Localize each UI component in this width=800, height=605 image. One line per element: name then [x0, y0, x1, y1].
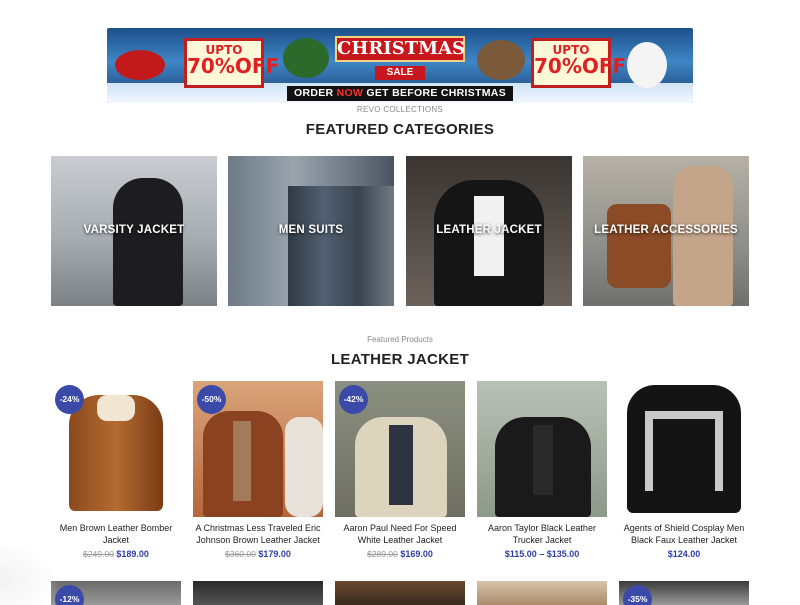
product-card-row2[interactable]: [335, 581, 465, 605]
product-price: $360.00 $179.00: [193, 549, 323, 559]
product-card[interactable]: Aaron Taylor Black Leather Trucker Jacke…: [477, 381, 607, 559]
old-price: $289.00: [367, 549, 398, 559]
promo-badge-left: UPTO 70%OFF: [184, 38, 280, 88]
discount-badge: -35%: [623, 585, 652, 605]
old-price: $360.00: [225, 549, 256, 559]
sale-price: $179.00: [258, 549, 291, 559]
second-model-graphic: [285, 417, 323, 517]
banner-title: CHRISTMAS: [335, 36, 465, 62]
product-card-row2[interactable]: -35%: [619, 581, 749, 605]
product-card-row2[interactable]: -12%: [51, 581, 181, 605]
category-leather-jacket[interactable]: LEATHER JACKET: [406, 156, 572, 306]
sleigh-graphic: [283, 38, 329, 78]
category-label: LEATHER JACKET: [436, 224, 542, 236]
discount-badge: -42%: [339, 385, 368, 414]
product-card[interactable]: -24% Men Brown Leather Bomber Jacket $24…: [51, 381, 181, 559]
product-name[interactable]: Agents of Shield Cosplay Men Black Faux …: [619, 523, 749, 546]
category-label: LEATHER ACCESSORIES: [594, 224, 738, 236]
product-card[interactable]: -50% A Christmas Less Traveled Eric John…: [193, 381, 323, 559]
product-card-row2[interactable]: [193, 581, 323, 605]
product-price: $115.00 – $135.00: [477, 549, 607, 559]
category-varsity-jacket[interactable]: VARSITY JACKET: [51, 156, 217, 306]
product-price: $249.00 $189.00: [51, 549, 181, 559]
featured-categories-heading: FEATURED CATEGORIES: [305, 121, 495, 138]
discount-badge: -24%: [55, 385, 84, 414]
product-card-row2[interactable]: [477, 581, 607, 605]
backpack-graphic: [607, 204, 671, 288]
product-image[interactable]: -50%: [193, 381, 323, 517]
snowman-graphic: [627, 42, 667, 88]
category-label: VARSITY JACKET: [83, 224, 185, 236]
cta-now: NOW: [336, 87, 364, 99]
leather-jacket-heading: LEATHER JACKET: [330, 351, 470, 368]
product-image[interactable]: [619, 381, 749, 517]
reindeer-graphic: [477, 40, 525, 80]
promo-percent: 70%OFF: [187, 54, 280, 78]
scarf-graphic: [233, 421, 251, 501]
product-image[interactable]: [477, 381, 607, 517]
product-image[interactable]: -42%: [335, 381, 465, 517]
stripe-top-graphic: [645, 411, 723, 419]
category-leather-accessories[interactable]: LEATHER ACCESSORIES: [583, 156, 749, 306]
stripe-right-graphic: [715, 411, 723, 491]
model-figure: [113, 178, 183, 306]
shirt-graphic: [533, 425, 553, 495]
christmas-sale-banner[interactable]: UPTO 70%OFF CHRISTMAS SALE ORDER NOW GET…: [107, 28, 693, 103]
old-price: $249.00: [83, 549, 114, 559]
tshirt-graphic: [474, 196, 504, 276]
discount-badge: -50%: [197, 385, 226, 414]
product-name[interactable]: Aaron Taylor Black Leather Trucker Jacke…: [477, 523, 607, 546]
sale-price: $189.00: [116, 549, 149, 559]
jetski-graphic: [115, 50, 165, 80]
product-name[interactable]: Aaron Paul Need For Speed White Leather …: [335, 523, 465, 546]
cta-after: GET BEFORE CHRISTMAS: [363, 87, 506, 99]
product-name[interactable]: A Christmas Less Traveled Eric Johnson B…: [193, 523, 323, 546]
category-men-suits[interactable]: MEN SUITS: [228, 156, 394, 306]
stripe-left-graphic: [645, 411, 653, 491]
promo-badge-right: UPTO 70%OFF: [531, 38, 627, 88]
brand-name: REVO COLLECTIONS: [356, 105, 444, 114]
cta-before: ORDER: [293, 87, 337, 99]
banner-cta: ORDER NOW GET BEFORE CHRISTMAS: [287, 86, 513, 101]
product-image[interactable]: -24%: [51, 381, 181, 517]
sale-price: $115.00 – $135.00: [504, 549, 580, 559]
product-card[interactable]: -42% Aaron Paul Need For Speed White Lea…: [335, 381, 465, 559]
sale-price: $124.00: [667, 549, 701, 559]
shirt-graphic: [389, 425, 413, 505]
promo-percent: 70%OFF: [534, 54, 627, 78]
banner-sale: SALE: [375, 66, 425, 80]
featured-products-kicker: Featured Products: [367, 335, 433, 344]
category-label: MEN SUITS: [278, 224, 344, 236]
shearling-collar-graphic: [97, 395, 135, 421]
background-watermark: [0, 540, 60, 605]
product-card[interactable]: Agents of Shield Cosplay Men Black Faux …: [619, 381, 749, 559]
suit-rack: [288, 186, 394, 306]
model-figure: [673, 166, 733, 306]
product-name[interactable]: Men Brown Leather Bomber Jacket: [51, 523, 181, 546]
product-price: $124.00: [619, 549, 749, 559]
sale-price: $169.00: [400, 549, 433, 559]
product-price: $289.00 $169.00: [335, 549, 465, 559]
